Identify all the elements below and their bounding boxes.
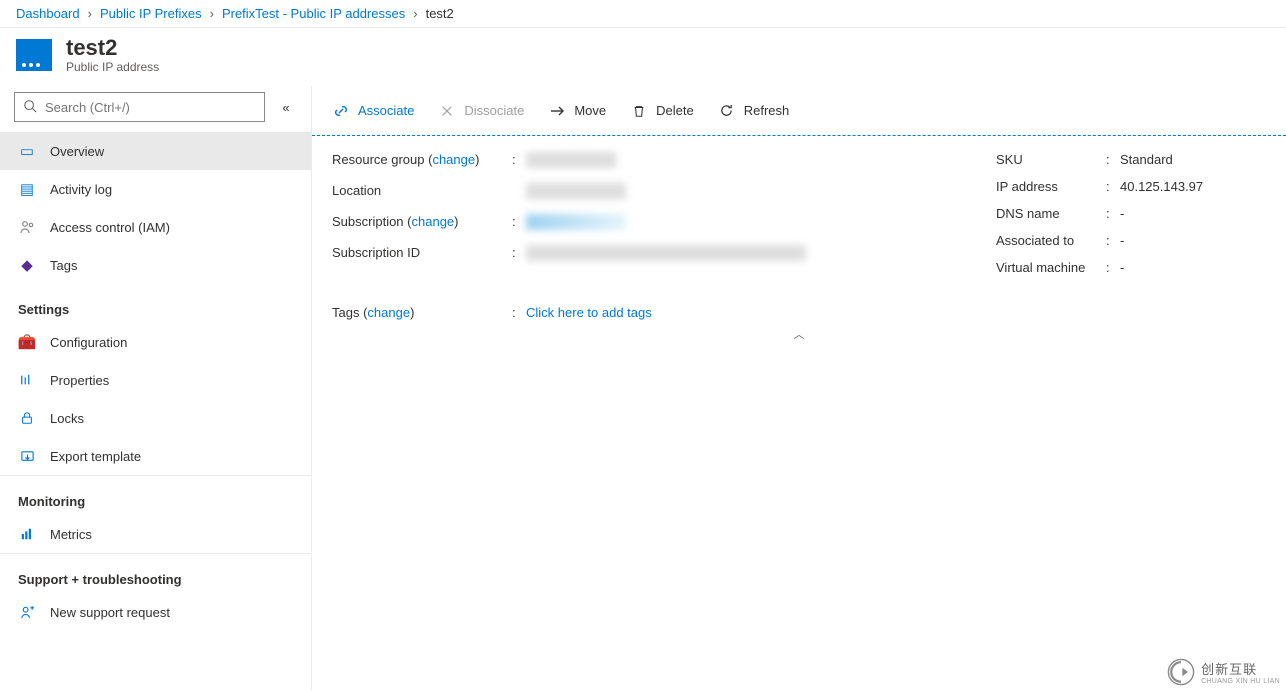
move-icon xyxy=(548,102,566,120)
kv-location: Location xyxy=(332,183,956,202)
sidebar-item-label: Tags xyxy=(50,258,77,273)
sidebar-item-label: Export template xyxy=(50,449,141,464)
tag-icon: ◆ xyxy=(18,256,36,274)
change-subscription-link[interactable]: change xyxy=(412,214,455,229)
toolbar-label: Dissociate xyxy=(464,103,524,118)
sidebar-item-label: Activity log xyxy=(50,182,112,197)
sidebar-item-label: Properties xyxy=(50,373,109,388)
overview-icon: ▭ xyxy=(18,142,36,160)
main-pane: Associate Dissociate Move Delete xyxy=(312,86,1286,690)
breadcrumb-link[interactable]: Dashboard xyxy=(16,6,80,21)
metrics-icon xyxy=(18,525,36,543)
essentials-panel: Resource group (change) : Location Subsc… xyxy=(312,136,1286,295)
sidebar-item-label: Access control (IAM) xyxy=(50,220,170,235)
sidebar: « ▭ Overview ▤ Activity log Access contr… xyxy=(0,86,312,690)
kv-subscription-id: Subscription ID : xyxy=(332,245,956,264)
subscription-value xyxy=(526,214,626,230)
kv-ip-address: IP address:40.125.143.97 xyxy=(996,179,1266,194)
watermark-icon xyxy=(1167,658,1195,686)
collapse-essentials-button[interactable]: ︿ xyxy=(312,326,1286,342)
refresh-button[interactable]: Refresh xyxy=(718,102,790,120)
sidebar-item-label: Locks xyxy=(50,411,84,426)
config-icon: 🧰 xyxy=(18,333,36,351)
dissociate-button: Dissociate xyxy=(438,102,524,120)
sidebar-item-tags[interactable]: ◆ Tags xyxy=(0,246,311,284)
chevron-right-icon: › xyxy=(88,6,92,21)
public-ip-icon xyxy=(16,39,52,71)
sidebar-item-export-template[interactable]: Export template xyxy=(0,437,311,475)
search-icon xyxy=(23,99,37,116)
sidebar-item-activity-log[interactable]: ▤ Activity log xyxy=(0,170,311,208)
dns-name-value: - xyxy=(1120,206,1266,221)
associate-button[interactable]: Associate xyxy=(332,102,414,120)
kv-resource-group: Resource group (change) : xyxy=(332,152,956,171)
collapse-sidebar-button[interactable]: « xyxy=(275,96,297,118)
breadcrumb: Dashboard › Public IP Prefixes › PrefixT… xyxy=(0,0,1286,28)
sidebar-section-monitoring: Monitoring xyxy=(0,475,311,515)
sidebar-item-new-support-request[interactable]: New support request xyxy=(0,593,311,631)
breadcrumb-link[interactable]: PrefixTest - Public IP addresses xyxy=(222,6,405,21)
sidebar-item-configuration[interactable]: 🧰 Configuration xyxy=(0,323,311,361)
resource-group-value xyxy=(526,152,616,168)
sidebar-item-metrics[interactable]: Metrics xyxy=(0,515,311,553)
move-button[interactable]: Move xyxy=(548,102,606,120)
chevron-right-icon: › xyxy=(210,6,214,21)
kv-associated-to: Associated to:- xyxy=(996,233,1266,248)
sidebar-item-properties[interactable]: Properties xyxy=(0,361,311,399)
refresh-icon xyxy=(718,102,736,120)
sidebar-item-overview[interactable]: ▭ Overview xyxy=(0,132,311,170)
change-resource-group-link[interactable]: change xyxy=(432,152,475,167)
toolbar-label: Delete xyxy=(656,103,694,118)
support-icon xyxy=(18,603,36,621)
add-tags-link[interactable]: Click here to add tags xyxy=(526,305,652,320)
lock-icon xyxy=(18,409,36,427)
delete-icon xyxy=(630,102,648,120)
kv-dns-name: DNS name:- xyxy=(996,206,1266,221)
sidebar-item-label: Metrics xyxy=(50,527,92,542)
dissociate-icon xyxy=(438,102,456,120)
sidebar-section-support: Support + troubleshooting xyxy=(0,553,311,593)
sidebar-item-locks[interactable]: Locks xyxy=(0,399,311,437)
sidebar-item-label: Configuration xyxy=(50,335,127,350)
toolbar-label: Refresh xyxy=(744,103,790,118)
delete-button[interactable]: Delete xyxy=(630,102,694,120)
toolbar-label: Move xyxy=(574,103,606,118)
export-icon xyxy=(18,447,36,465)
sku-value: Standard xyxy=(1120,152,1266,167)
chevron-right-icon: › xyxy=(413,6,417,21)
search-input[interactable] xyxy=(45,100,256,115)
sidebar-section-settings: Settings xyxy=(0,284,311,323)
associated-to-value: - xyxy=(1120,233,1266,248)
change-tags-link[interactable]: change xyxy=(367,305,410,320)
iam-icon xyxy=(18,218,36,236)
breadcrumb-current: test2 xyxy=(426,6,454,21)
location-value xyxy=(526,183,626,199)
breadcrumb-link[interactable]: Public IP Prefixes xyxy=(100,6,202,21)
subscription-id-value xyxy=(526,245,806,261)
sidebar-item-access-control[interactable]: Access control (IAM) xyxy=(0,208,311,246)
virtual-machine-value: - xyxy=(1120,260,1266,275)
sidebar-item-label: New support request xyxy=(50,605,170,620)
kv-sku: SKU:Standard xyxy=(996,152,1266,167)
kv-subscription: Subscription (change) : xyxy=(332,214,956,233)
kv-virtual-machine: Virtual machine:- xyxy=(996,260,1266,275)
properties-icon xyxy=(18,371,36,389)
log-icon: ▤ xyxy=(18,180,36,198)
associate-icon xyxy=(332,102,350,120)
page-title: test2 xyxy=(66,36,159,60)
resource-type-label: Public IP address xyxy=(66,60,159,74)
search-box[interactable] xyxy=(14,92,265,122)
tags-row: Tags (change) : Click here to add tags xyxy=(312,295,1286,326)
sidebar-item-label: Overview xyxy=(50,144,104,159)
watermark: 创新互联 CHUANG XIN HU LIAN xyxy=(1167,658,1280,686)
page-header: test2 Public IP address xyxy=(0,28,1286,86)
toolbar-label: Associate xyxy=(358,103,414,118)
ip-address-value: 40.125.143.97 xyxy=(1120,179,1266,194)
toolbar: Associate Dissociate Move Delete xyxy=(312,86,1286,136)
